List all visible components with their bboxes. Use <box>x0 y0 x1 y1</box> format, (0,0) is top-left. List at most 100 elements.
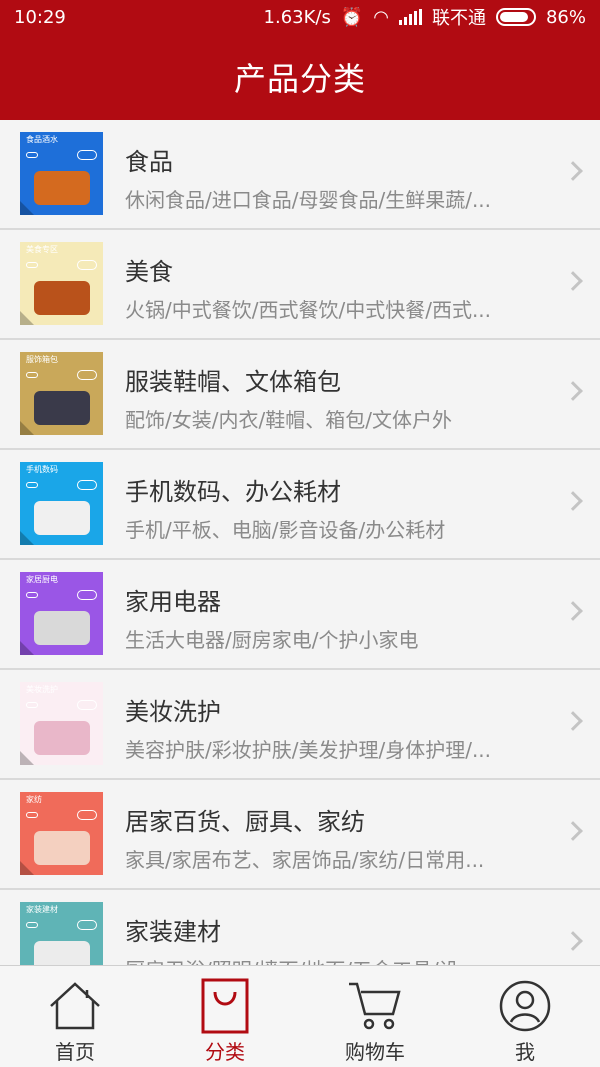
category-row[interactable]: 手机数码 手机数码、办公耗材 手机/平板、电脑/影音设备/办公耗材 <box>0 450 600 560</box>
thumbnail-label: 美食专区 <box>26 245 58 254</box>
thumbnail-badge <box>26 152 38 158</box>
battery-percent: 86% <box>545 6 586 28</box>
cloud-icon <box>77 920 97 930</box>
signal-icon <box>398 9 422 25</box>
category-subtitle: 美容护肤/彩妆护肤/美发护理/身体护理/... <box>125 738 492 762</box>
thumbnail-label: 家装建材 <box>26 905 58 914</box>
category-subtitle: 手机/平板、电脑/影音设备/办公耗材 <box>125 518 446 542</box>
cloud-icon <box>77 260 97 270</box>
category-thumbnail: 服饰箱包 <box>20 352 103 435</box>
tab-label: 我 <box>515 1040 535 1064</box>
shopping-bag-icon <box>195 976 255 1036</box>
thumbnail-label: 家居厨电 <box>26 575 58 584</box>
category-thumbnail: 美妆洗护 <box>20 682 103 765</box>
wifi-icon: ◠ <box>373 6 389 28</box>
product-image <box>34 501 90 535</box>
chevron-right-icon <box>563 711 583 731</box>
category-row[interactable]: 家居厨电 家用电器 生活大电器/厨房家电/个护小家电 <box>0 560 600 670</box>
chevron-right-icon <box>563 931 583 951</box>
page-fold-decoration <box>20 861 34 875</box>
thumbnail-label: 美妆洗护 <box>26 685 58 694</box>
cloud-icon <box>77 370 97 380</box>
category-subtitle: 厨房卫浴/照明/墙面/地面/五金工具/设... <box>125 954 555 965</box>
page-header: 产品分类 <box>0 34 600 120</box>
thumbnail-badge <box>26 812 38 818</box>
category-subtitle: 配饰/女装/内衣/鞋帽、箱包/文体户外 <box>125 408 452 432</box>
page-title: 产品分类 <box>233 60 366 98</box>
page-fold-decoration <box>20 311 34 325</box>
tab-cart[interactable]: 购物车 <box>300 966 450 1067</box>
page-fold-decoration <box>20 201 34 215</box>
home-icon <box>45 976 105 1036</box>
product-image <box>34 831 90 865</box>
thumbnail-label: 手机数码 <box>26 465 58 474</box>
category-subtitle: 生活大电器/厨房家电/个护小家电 <box>125 628 419 652</box>
cloud-icon <box>77 150 97 160</box>
category-subtitle: 火锅/中式餐饮/西式餐饮/中式快餐/西式... <box>125 298 492 322</box>
category-title: 居家百货、厨具、家纺 <box>125 808 365 836</box>
thumbnail-badge <box>26 482 38 488</box>
category-thumbnail: 手机数码 <box>20 462 103 545</box>
page-fold-decoration <box>20 531 34 545</box>
network-speed: 1.63K/s <box>263 6 331 28</box>
category-row[interactable]: 家装建材 家装建材 厨房卫浴/照明/墙面/地面/五金工具/设... <box>0 890 600 965</box>
category-row[interactable]: 美食专区 美食 火锅/中式餐饮/西式餐饮/中式快餐/西式... <box>0 230 600 340</box>
category-row[interactable]: 服饰箱包 服装鞋帽、文体箱包 配饰/女装/内衣/鞋帽、箱包/文体户外 <box>0 340 600 450</box>
tab-label: 购物车 <box>345 1040 405 1064</box>
page-fold-decoration <box>20 641 34 655</box>
thumbnail-label: 家纺 <box>26 795 42 804</box>
cloud-icon <box>77 590 97 600</box>
category-title: 美妆洗护 <box>125 698 221 726</box>
cloud-icon <box>77 480 97 490</box>
thumbnail-label: 服饰箱包 <box>26 355 58 364</box>
thumbnail-label: 食品酒水 <box>26 135 58 144</box>
thumbnail-badge <box>26 702 38 708</box>
chevron-right-icon <box>563 381 583 401</box>
category-title: 食品 <box>125 148 173 176</box>
chevron-right-icon <box>563 821 583 841</box>
status-time: 10:29 <box>14 6 66 28</box>
category-title: 服装鞋帽、文体箱包 <box>125 368 341 396</box>
chevron-right-icon <box>563 601 583 621</box>
tab-user[interactable]: 我 <box>450 966 600 1067</box>
category-list[interactable]: 食品酒水 食品 休闲食品/进口食品/母婴食品/生鲜果蔬/... 美食专区 美食 … <box>0 120 600 965</box>
tab-shopping-bag[interactable]: 分类 <box>150 966 300 1067</box>
category-thumbnail: 家纺 <box>20 792 103 875</box>
category-title: 美食 <box>125 258 173 286</box>
carrier-name: 联不通 <box>431 8 486 29</box>
category-thumbnail: 家装建材 <box>20 902 103 965</box>
product-image <box>34 941 90 965</box>
category-thumbnail: 美食专区 <box>20 242 103 325</box>
product-image <box>34 391 90 425</box>
tab-home[interactable]: 首页 <box>0 966 150 1067</box>
product-image <box>34 171 90 205</box>
page-fold-decoration <box>20 421 34 435</box>
status-bar: 10:29 1.63K/s ⏰ ◠ 联不通 86% <box>0 0 600 34</box>
category-row[interactable]: 食品酒水 食品 休闲食品/进口食品/母婴食品/生鲜果蔬/... <box>0 120 600 230</box>
product-image <box>34 721 90 755</box>
category-subtitle: 休闲食品/进口食品/母婴食品/生鲜果蔬/... <box>125 188 492 212</box>
bottom-tab-bar: 首页 分类 购物车 我 <box>0 965 600 1067</box>
category-title: 家装建材 <box>125 918 221 946</box>
category-title: 家用电器 <box>125 588 221 616</box>
battery-icon <box>495 8 536 26</box>
thumbnail-badge <box>26 262 38 268</box>
tab-label: 首页 <box>55 1040 95 1064</box>
cart-icon <box>345 976 405 1036</box>
product-image <box>34 611 90 645</box>
chevron-right-icon <box>563 491 583 511</box>
chevron-right-icon <box>563 271 583 291</box>
thumbnail-badge <box>26 372 38 378</box>
category-thumbnail: 食品酒水 <box>20 132 103 215</box>
status-indicators: 1.63K/s ⏰ ◠ 联不通 86% <box>264 4 586 30</box>
category-title: 手机数码、办公耗材 <box>125 478 341 506</box>
category-row[interactable]: 美妆洗护 美妆洗护 美容护肤/彩妆护肤/美发护理/身体护理/... <box>0 670 600 780</box>
category-thumbnail: 家居厨电 <box>20 572 103 655</box>
thumbnail-badge <box>26 922 38 928</box>
tab-label: 分类 <box>205 1040 245 1064</box>
cloud-icon <box>77 700 97 710</box>
page-fold-decoration <box>20 751 34 765</box>
cloud-icon <box>77 810 97 820</box>
chevron-right-icon <box>563 161 583 181</box>
category-row[interactable]: 家纺 居家百货、厨具、家纺 家具/家居布艺、家居饰品/家纺/日常用... <box>0 780 600 890</box>
